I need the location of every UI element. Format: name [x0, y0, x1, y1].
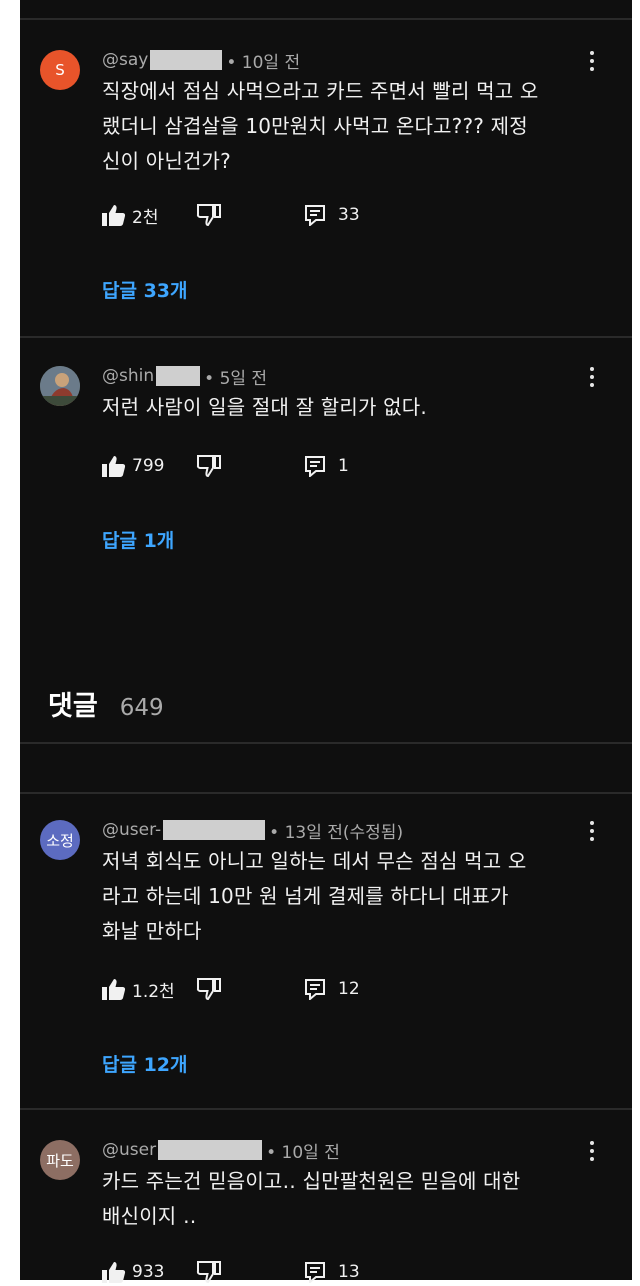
- avatar-photo-icon: [40, 366, 80, 406]
- more-options-icon[interactable]: [580, 46, 604, 76]
- divider: [20, 1108, 632, 1110]
- comment-time: • 10일 전: [266, 1142, 340, 1163]
- comments-title: 댓글: [48, 691, 98, 722]
- view-replies-link[interactable]: 답글 12개: [102, 1050, 188, 1077]
- reply-button[interactable]: 33: [304, 201, 360, 229]
- thumbs-up-icon: [102, 205, 126, 226]
- avatar-initial: 파도: [46, 1151, 74, 1170]
- more-options-icon[interactable]: [580, 1136, 604, 1166]
- comment-text: 카드 주는건 믿음이고‥ 십만팔천원은 믿음에 대한 배신이지 ‥: [102, 1169, 521, 1228]
- reply-button[interactable]: 13: [304, 1258, 360, 1286]
- comment-meta: @user • 10일 전: [102, 1138, 340, 1163]
- reply-count: 1: [338, 456, 349, 476]
- comments-count: 649: [119, 695, 164, 721]
- reply-count: 33: [338, 205, 360, 225]
- comment-author[interactable]: @user-: [102, 820, 161, 840]
- dislike-button[interactable]: [196, 1258, 222, 1286]
- redaction-bar: [150, 50, 223, 70]
- comment-author[interactable]: @say: [102, 50, 148, 70]
- comment-time: • 5일 전: [204, 368, 268, 389]
- reply-button[interactable]: 12: [304, 975, 360, 1003]
- like-count: 933: [132, 1262, 165, 1282]
- comment-icon: [305, 205, 325, 226]
- more-options-icon[interactable]: [580, 362, 604, 392]
- like-count: 799: [132, 456, 165, 476]
- redaction-bar: [158, 1140, 263, 1160]
- divider: [20, 792, 632, 794]
- like-button[interactable]: 2천: [102, 201, 158, 229]
- redaction-bar: [156, 366, 201, 386]
- redaction-bar: [163, 820, 266, 840]
- comment-meta: @user- • 13일 전(수정됨): [102, 818, 404, 843]
- comment-time: • 13일 전(수정됨): [269, 822, 404, 843]
- dislike-button[interactable]: [196, 975, 222, 1003]
- comment-author[interactable]: @user: [102, 1140, 156, 1160]
- avatar-initial: S: [55, 61, 65, 79]
- avatar[interactable]: 소정: [40, 820, 80, 860]
- comment-time: • 10일 전: [226, 52, 301, 73]
- like-count: 1.2천: [132, 981, 175, 1002]
- view-replies-link[interactable]: 답글 1개: [102, 526, 174, 553]
- more-options-icon[interactable]: [580, 816, 604, 846]
- comment-author[interactable]: @shin: [102, 366, 154, 386]
- avatar[interactable]: [40, 366, 80, 406]
- comment-meta: @shin • 5일 전: [102, 364, 268, 389]
- thumbs-up-icon: [102, 979, 126, 1000]
- comment-icon: [305, 456, 325, 477]
- dislike-button[interactable]: [196, 452, 222, 480]
- dislike-button[interactable]: [196, 201, 222, 229]
- divider: [20, 336, 632, 338]
- reply-button[interactable]: 1: [304, 452, 349, 480]
- like-count: 2천: [132, 207, 159, 228]
- thumbs-down-icon: [196, 455, 221, 477]
- comment-text: 저런 사람이 일을 절대 잘 할리가 없다.: [102, 395, 427, 419]
- comments-header: 댓글 649: [48, 684, 164, 723]
- like-button[interactable]: 933: [102, 1258, 164, 1286]
- like-button[interactable]: 1.2천: [102, 975, 175, 1003]
- divider: [20, 18, 632, 20]
- reply-count: 12: [338, 979, 360, 999]
- comments-panel: [20, 0, 632, 1280]
- divider: [20, 742, 632, 744]
- thumbs-down-icon: [196, 978, 221, 1000]
- view-replies-link[interactable]: 답글 33개: [102, 276, 188, 303]
- reply-count: 13: [338, 1262, 360, 1282]
- comment-meta: @say • 10일 전: [102, 48, 301, 73]
- thumbs-up-icon: [102, 456, 126, 477]
- comment-text: 직장에서 점심 사먹으라고 카드 주면서 빨리 먹고 오 랬더니 삼겹살을 10…: [102, 79, 539, 173]
- thumbs-down-icon: [196, 204, 221, 226]
- comment-icon: [305, 979, 325, 1000]
- comment-text: 저녁 회식도 아니고 일하는 데서 무슨 점심 먹고 오 라고 하는데 10만 …: [102, 849, 527, 943]
- avatar[interactable]: 파도: [40, 1140, 80, 1180]
- avatar-initial: 소정: [46, 831, 74, 850]
- like-button[interactable]: 799: [102, 452, 164, 480]
- avatar[interactable]: S: [40, 50, 80, 90]
